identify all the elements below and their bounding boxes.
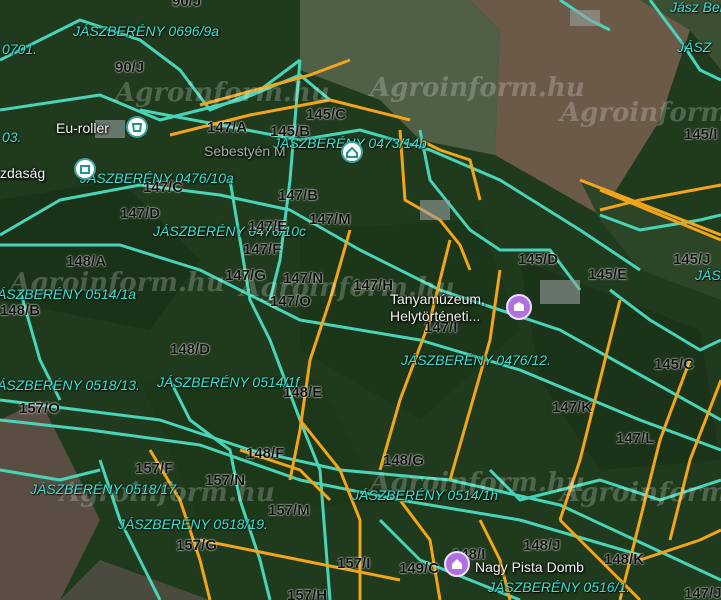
parcel-id-label: JÁSZBERÉNY 0518/19. bbox=[118, 516, 268, 532]
parcel-id-label: JÁSZBERÉNY 0518/13. bbox=[0, 377, 140, 393]
parcel-id-label: JÁSZBERÉNY 0514/1a bbox=[0, 286, 137, 302]
parcel-number: 157/O bbox=[19, 400, 60, 417]
parcel-number: 147/N bbox=[283, 270, 324, 287]
parcel-id-label: JÁSZ bbox=[677, 39, 712, 55]
parcel-number: 147/B bbox=[278, 187, 319, 204]
parcel-id-label: 0701. bbox=[2, 41, 38, 57]
parcel-number: 145/B bbox=[270, 123, 311, 140]
parcel-number: 148/A bbox=[66, 253, 107, 270]
parcel-id-label: JÁSZBERÉNY 0514/1f bbox=[157, 374, 300, 390]
parcel-id-label: 03. bbox=[2, 129, 22, 145]
shop-pin-icon[interactable] bbox=[126, 116, 148, 138]
parcel-number: 145/I bbox=[684, 126, 718, 143]
parcel-id-label: Jász Ber bbox=[670, 0, 721, 15]
parcel-id-label: JÁSZBERÉNY 0516/1. bbox=[488, 579, 631, 595]
poi-label[interactable]: Eu-roller bbox=[56, 121, 109, 135]
parcel-number: 147/J bbox=[684, 585, 721, 600]
watermark: Agroinform.hu bbox=[560, 98, 721, 128]
parcel-number: 147/L bbox=[616, 430, 655, 447]
parcel-number: 148/E bbox=[283, 384, 323, 401]
parcel-number: 147/C bbox=[143, 179, 184, 196]
parcel-number: 145/J bbox=[673, 251, 711, 268]
parcel-number: 147/O bbox=[270, 293, 311, 310]
poi-label[interactable]: zdaság bbox=[0, 166, 45, 180]
watermark: Agroinform.hu bbox=[115, 78, 330, 108]
business-pin-icon[interactable] bbox=[74, 158, 96, 180]
map-view[interactable]: Agroinform.hu Agroinform.hu Agroinform.h… bbox=[0, 0, 721, 600]
parcel-number: 157/G bbox=[176, 537, 217, 554]
parcel-number: 145/C bbox=[306, 106, 347, 123]
parcel-number: 147/K bbox=[552, 399, 593, 416]
parcel-number: 148/D bbox=[170, 341, 211, 358]
parcel-number: 147/E bbox=[248, 218, 288, 235]
parcel-id-label: JÁSZBER bbox=[695, 267, 721, 283]
parcel-number: 145/C bbox=[654, 356, 695, 373]
parcel-number: 148/J bbox=[523, 537, 561, 554]
parcel-id-label: JÁSZBERÉNY 0476/12. bbox=[401, 352, 551, 368]
watermark: Agroinform.hu bbox=[560, 478, 721, 508]
parcel-id-label: JÁSZBERÉNY 0518/17. bbox=[30, 481, 180, 497]
parcel-number: 147/G bbox=[225, 267, 266, 284]
parcel-number: 148/F bbox=[246, 445, 285, 462]
poi-label[interactable]: Nagy Pista Domb bbox=[475, 560, 584, 574]
parcel-number: 148/K bbox=[604, 551, 645, 568]
parcel-id-label: JÁSZBERÉNY 0514/1h bbox=[352, 487, 499, 503]
parcel-number: 149/C bbox=[399, 560, 440, 577]
parcel-id-label: JÁSZBERÉNY 0696/9a bbox=[73, 23, 220, 39]
parcel-number: 147/F bbox=[243, 241, 282, 258]
home-pin-icon[interactable] bbox=[341, 141, 363, 163]
parcel-number: 148/G bbox=[383, 452, 424, 469]
parcel-number: 157/H bbox=[287, 587, 328, 600]
parcel-number: 157/F bbox=[135, 460, 174, 477]
parcel-number: 147/H bbox=[353, 277, 394, 294]
parcel-number: 147/D bbox=[120, 205, 161, 222]
museum-pin-icon[interactable] bbox=[506, 294, 532, 320]
parcel-number: 145/D bbox=[518, 251, 559, 268]
parcel-number: 157/N bbox=[205, 472, 246, 489]
watermark: Agroinform.hu bbox=[370, 73, 585, 103]
poi-label[interactable]: Tanyamúzeum, bbox=[390, 292, 485, 306]
parcel-number: 147/M bbox=[309, 211, 351, 228]
parcel-number: 157/M bbox=[268, 502, 310, 519]
parcel-number: 90/J bbox=[172, 0, 202, 10]
parcel-number: 148/B bbox=[0, 302, 41, 319]
home-pin-icon[interactable] bbox=[444, 551, 470, 577]
poi-label[interactable]: Helytörténeti... bbox=[390, 309, 480, 323]
parcel-number: 147/A bbox=[207, 119, 248, 136]
poi-label[interactable]: Sebestyén M bbox=[204, 144, 286, 158]
parcel-number: 145/E bbox=[588, 266, 628, 283]
parcel-number: 90/J bbox=[115, 59, 145, 76]
parcel-number: 157/I bbox=[337, 555, 371, 572]
